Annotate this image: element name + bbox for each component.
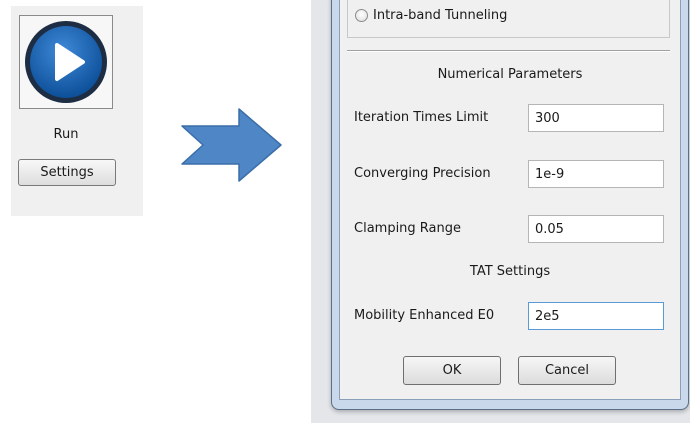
radio-button[interactable] <box>355 9 368 22</box>
run-button[interactable] <box>19 15 113 109</box>
run-panel: Run Settings <box>11 6 143 216</box>
settings-button[interactable]: Settings <box>18 159 116 186</box>
clamping-range-input[interactable] <box>528 215 664 243</box>
clamping-range-label: Clamping Range <box>354 221 462 236</box>
play-icon <box>25 21 107 103</box>
numerical-parameters-title: Numerical Parameters <box>437 67 583 82</box>
iteration-times-limit-label: Iteration Times Limit <box>354 110 489 125</box>
ok-button[interactable]: OK <box>403 356 501 385</box>
converging-precision-label: Converging Precision <box>354 166 491 181</box>
intra-band-tunneling-option[interactable]: Intra-band Tunneling <box>355 8 507 23</box>
converging-precision-input[interactable] <box>528 160 664 188</box>
iteration-times-limit-input[interactable] <box>528 104 664 132</box>
divider <box>347 50 670 52</box>
radio-label: Intra-band Tunneling <box>373 8 508 23</box>
cancel-button[interactable]: Cancel <box>518 356 616 385</box>
settings-dialog <box>339 0 681 400</box>
tat-settings-title: TAT Settings <box>469 264 551 279</box>
right-arrow-icon <box>181 108 282 182</box>
mobility-enhanced-e0-input[interactable] <box>528 302 664 330</box>
mobility-enhanced-e0-label: Mobility Enhanced E0 <box>354 308 495 323</box>
run-label: Run <box>53 127 79 142</box>
